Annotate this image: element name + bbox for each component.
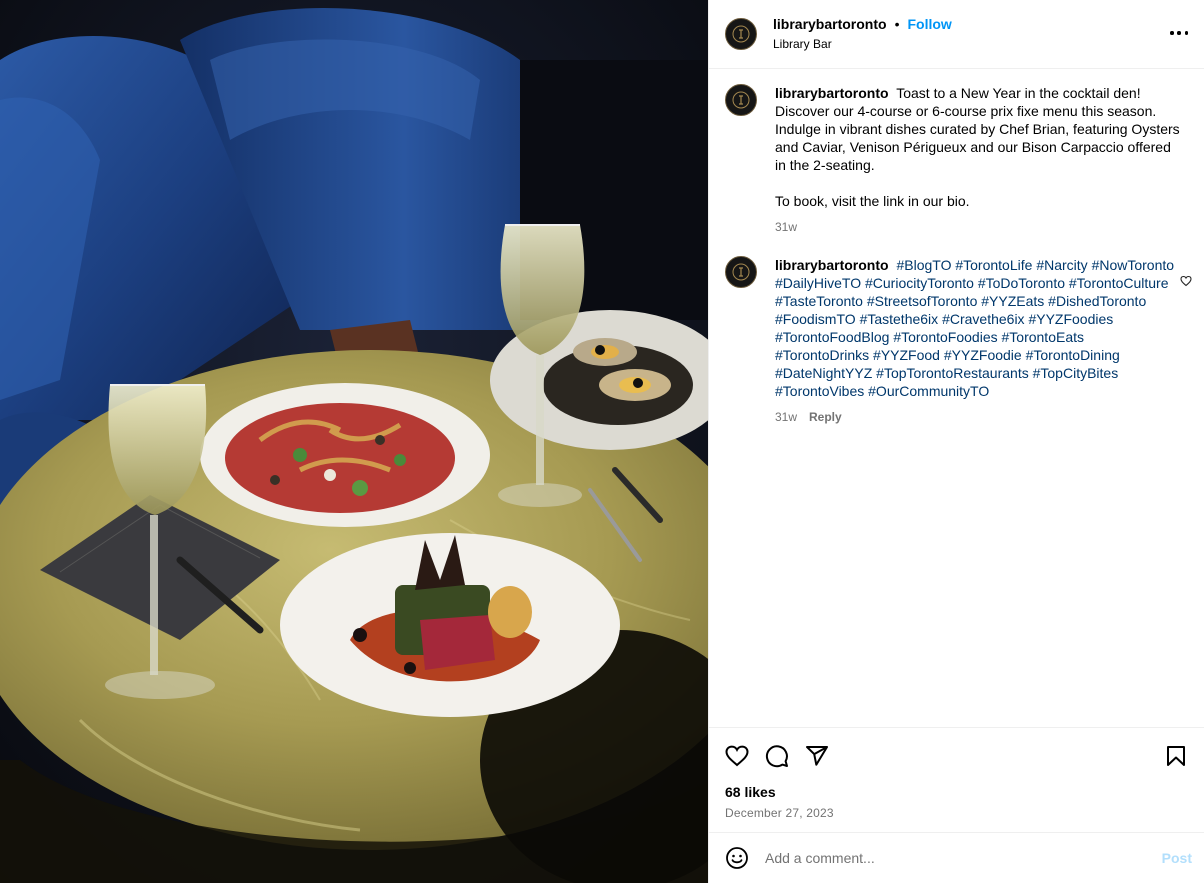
likes-count[interactable]: 68 likes: [725, 784, 1188, 800]
hashtag-link[interactable]: #Narcity: [1036, 257, 1087, 273]
hashtag-link[interactable]: #NowToronto: [1092, 257, 1175, 273]
hashtag-link[interactable]: #DailyHiveTO: [775, 275, 861, 291]
avatar[interactable]: [725, 256, 757, 288]
hashtag-link[interactable]: #TorontoDrinks: [775, 347, 869, 363]
hashtag-link[interactable]: #YYZFoodie: [944, 347, 1022, 363]
hashtag-link[interactable]: #DishedToronto: [1048, 293, 1146, 309]
caption-body: Toast to a New Year in the cocktail den!…: [775, 85, 1180, 209]
like-heart-icon[interactable]: [725, 744, 749, 768]
hashtag-link[interactable]: #TorontoVibes: [775, 383, 864, 399]
caption-username[interactable]: librarybartoronto: [775, 85, 889, 101]
hashtag-link[interactable]: #TorontoCulture: [1069, 275, 1169, 291]
more-options-icon[interactable]: [1170, 24, 1188, 42]
reply-button[interactable]: Reply: [809, 408, 842, 426]
post-details-panel: librarybartoronto • Follow Library Bar l…: [708, 0, 1204, 883]
more-dot: [1170, 31, 1174, 35]
caption: librarybartoronto Toast to a New Year in…: [709, 70, 1204, 236]
hashtag-link[interactable]: #TorontoDining: [1026, 347, 1120, 363]
post-actions: 68 likes December 27, 2023: [709, 727, 1204, 832]
comment-input[interactable]: [765, 850, 1162, 866]
post-photo[interactable]: [0, 0, 708, 883]
comments-list[interactable]: librarybartoronto Toast to a New Year in…: [709, 70, 1204, 726]
library-bar-logo-icon: [732, 91, 750, 109]
separator-dot: •: [894, 16, 900, 33]
comment-text: librarybartoronto #BlogTO #TorontoLife #…: [775, 256, 1181, 426]
post-comment-button[interactable]: Post: [1162, 850, 1192, 866]
hashtag-link[interactable]: #ToDoToronto: [978, 275, 1065, 291]
library-bar-logo-icon: [732, 25, 750, 43]
hashtag-list: #BlogTO #TorontoLife #Narcity #NowToront…: [775, 257, 1174, 399]
hashtag-link[interactable]: #FoodismTO: [775, 311, 856, 327]
caption-text: librarybartoronto Toast to a New Year in…: [775, 84, 1181, 236]
hashtag-link[interactable]: #BlogTO: [896, 257, 951, 273]
caption-meta: 31w: [775, 218, 1181, 236]
more-dot: [1177, 31, 1181, 35]
more-dot: [1184, 31, 1188, 35]
hashtag-link[interactable]: #TasteToronto: [775, 293, 863, 309]
header-username[interactable]: librarybartoronto: [773, 16, 887, 34]
hashtag-link[interactable]: #YYZFood: [873, 347, 940, 363]
avatar[interactable]: [725, 18, 757, 50]
action-icons: [725, 728, 1188, 784]
header-row: librarybartoronto • Follow: [773, 16, 952, 34]
hashtag-link[interactable]: #StreetsofToronto: [867, 293, 978, 309]
add-comment-bar: Post: [709, 832, 1204, 883]
caption-timestamp[interactable]: 31w: [775, 218, 797, 236]
hashtag-link[interactable]: #YYZEats: [981, 293, 1044, 309]
follow-button[interactable]: Follow: [907, 16, 951, 34]
comment-username[interactable]: librarybartoronto: [775, 257, 889, 273]
hashtag-link[interactable]: #DateNightYYZ: [775, 365, 872, 381]
avatar[interactable]: [725, 84, 757, 116]
comment-like-icon[interactable]: [1180, 274, 1192, 292]
hashtag-link[interactable]: #TorontoFoodBlog: [775, 329, 889, 345]
library-bar-logo-icon: [732, 263, 750, 281]
hashtag-link[interactable]: #TorontoEats: [1002, 329, 1085, 345]
comment-meta: 31w Reply: [775, 408, 1181, 426]
hashtag-link[interactable]: #TorontoFoodies: [893, 329, 997, 345]
hashtag-link[interactable]: #CuriocityToronto: [865, 275, 974, 291]
share-paper-plane-icon[interactable]: [805, 744, 829, 768]
hashtag-link[interactable]: #TorontoLife: [955, 257, 1032, 273]
hashtag-link[interactable]: #YYZFoodies: [1028, 311, 1113, 327]
hashtag-link[interactable]: #OurCommunityTO: [868, 383, 989, 399]
post-date[interactable]: December 27, 2023: [725, 806, 1188, 820]
emoji-icon[interactable]: [725, 846, 749, 870]
hashtag-link[interactable]: #TopCityBites: [1033, 365, 1119, 381]
comment-timestamp[interactable]: 31w: [775, 408, 797, 426]
post-header: librarybartoronto • Follow Library Bar: [709, 0, 1204, 69]
comment: librarybartoronto #BlogTO #TorontoLife #…: [709, 236, 1204, 426]
bookmark-save-icon[interactable]: [1164, 744, 1188, 768]
header-meta: librarybartoronto • Follow Library Bar: [773, 16, 952, 52]
location-link[interactable]: Library Bar: [773, 37, 952, 52]
comment-bubble-icon[interactable]: [765, 744, 789, 768]
hashtag-link[interactable]: #TopTorontoRestaurants: [876, 365, 1029, 381]
hashtag-link[interactable]: #Tastethe6ix: [860, 311, 939, 327]
hashtag-link[interactable]: #Cravethe6ix: [942, 311, 1025, 327]
post-photo-illustration: [0, 0, 708, 883]
